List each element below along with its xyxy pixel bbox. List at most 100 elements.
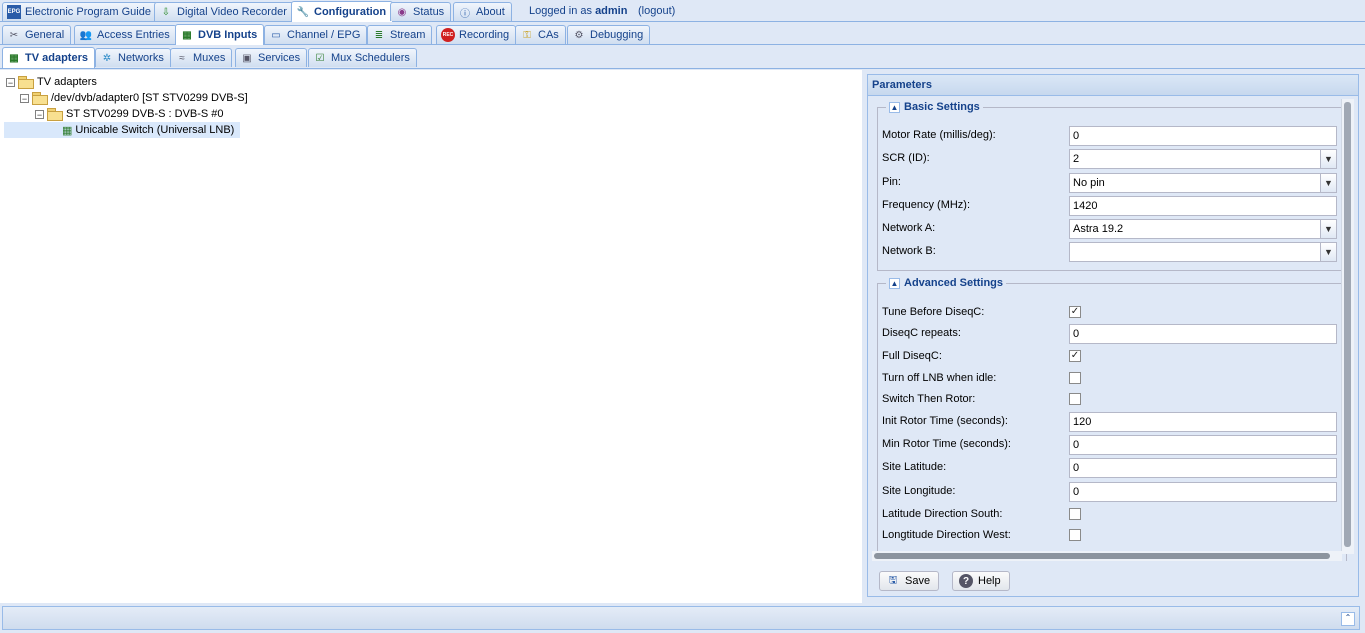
tab-label: Recording — [459, 29, 510, 41]
logout-link[interactable]: (logout) — [638, 5, 675, 17]
gears-icon: ⚙ — [574, 29, 584, 41]
chevron-down-icon[interactable]: ▼ — [1320, 220, 1336, 238]
tab-debugging[interactable]: ⚙ Debugging — [567, 25, 651, 44]
tree-node-root[interactable]: − TV adapters — [6, 74, 97, 90]
collapse-up-icon[interactable]: ▲ — [889, 101, 900, 113]
longitude-west-checkbox[interactable] — [1069, 529, 1081, 541]
scrollbar-thumb[interactable] — [874, 553, 1330, 559]
collapse-icon[interactable]: − — [35, 109, 44, 119]
save-button[interactable]: 🖫 Save — [879, 571, 940, 591]
tab-muxes[interactable]: ≈ Muxes — [170, 48, 233, 67]
vertical-scrollbar[interactable] — [1341, 99, 1354, 554]
button-label: Save — [905, 575, 931, 587]
diseqc-repeats-input[interactable]: 0 — [1069, 324, 1337, 344]
tab-label: Networks — [118, 52, 164, 64]
tree-node-adapter[interactable]: − /dev/dvb/adapter0 [ST STV0299 DVB-S] — [20, 90, 248, 106]
parameters-panel: Parameters ▲ Basic Settings Motor Rate (… — [867, 74, 1359, 597]
tab-label: Services — [258, 52, 301, 64]
horizontal-scrollbar[interactable] — [872, 551, 1342, 561]
chevron-down-icon[interactable]: ▼ — [1320, 174, 1336, 192]
tab-status[interactable]: ◉ Status — [390, 2, 452, 21]
basic-settings-legend[interactable]: ▲ Basic Settings — [886, 101, 983, 113]
full-diseqc-checkbox[interactable]: ✓ — [1069, 350, 1081, 362]
scrollbar-thumb[interactable] — [1344, 102, 1351, 547]
tab-label: Debugging — [590, 29, 644, 41]
login-user: admin — [595, 5, 628, 17]
frequency-input[interactable]: 1420 — [1069, 196, 1337, 216]
field-label: Network B: — [882, 245, 936, 257]
rec-icon: REC — [441, 28, 455, 42]
tab-services[interactable]: ▣ Services — [235, 48, 308, 67]
min-rotor-input[interactable]: 0 — [1069, 435, 1337, 455]
motor-rate-row: Motor Rate (millis/deg): 0 — [882, 126, 1342, 146]
switch-then-rotor-row: Switch Then Rotor: — [882, 390, 1342, 410]
login-info: Logged in as admin — [529, 5, 627, 17]
collapse-up-icon[interactable]: ▲ — [889, 277, 900, 289]
field-label: Motor Rate (millis/deg): — [882, 129, 996, 141]
tree-node-label: Unicable Switch (Universal LNB) — [75, 124, 235, 136]
tab-recording[interactable]: REC Recording — [436, 25, 517, 44]
advanced-settings-legend[interactable]: ▲ Advanced Settings — [886, 277, 1006, 289]
field-label: Latitude Direction South: — [882, 508, 1003, 520]
field-label: Min Rotor Time (seconds): — [882, 438, 1011, 450]
diseqc-repeats-row: DiseqC repeats: 0 — [882, 324, 1342, 344]
network-b-select[interactable]: ▼ — [1069, 242, 1337, 262]
tab-cas[interactable]: ⚿ CAs — [515, 25, 566, 44]
pin-select[interactable]: No pin ▼ — [1069, 173, 1337, 193]
tab-access-entries[interactable]: 👥 Access Entries — [74, 25, 177, 44]
tab-epg[interactable]: EPG Electronic Program Guide — [2, 2, 158, 21]
tree-node-frontend[interactable]: − ST STV0299 DVB-S : DVB-S #0 — [35, 106, 224, 122]
tab-label: Channel / EPG — [287, 29, 361, 41]
help-button[interactable]: ? Help — [952, 571, 1010, 591]
motor-rate-input[interactable]: 0 — [1069, 126, 1337, 146]
select-value: 2 — [1073, 153, 1080, 165]
tab-mux-schedulers[interactable]: ☑ Mux Schedulers — [308, 48, 417, 67]
field-label: Turn off LNB when idle: — [882, 372, 997, 384]
tab-general[interactable]: ✂ General — [2, 25, 72, 44]
network-b-row: Network B: ▼ — [882, 242, 1342, 262]
parameters-form: ▲ Basic Settings Motor Rate (millis/deg)… — [872, 99, 1348, 561]
tab-about[interactable]: ⓘ About — [453, 2, 512, 21]
latitude-south-checkbox[interactable] — [1069, 508, 1081, 520]
tune-before-checkbox[interactable]: ✓ — [1069, 306, 1081, 318]
tree-node-lnb[interactable]: ▦ Unicable Switch (Universal LNB) — [4, 122, 240, 138]
tab-label: Configuration — [314, 6, 387, 18]
antenna-icon: ✲ — [102, 52, 112, 64]
tab-tv-adapters[interactable]: ▦ TV adapters — [2, 47, 95, 68]
scheduler-icon: ☑ — [315, 52, 325, 64]
site-latitude-input[interactable]: 0 — [1069, 458, 1337, 478]
tab-stream[interactable]: ≣ Stream — [367, 25, 433, 44]
log-panel-collapsed: ⌃ — [2, 606, 1360, 630]
select-value: No pin — [1073, 177, 1105, 189]
init-rotor-input[interactable]: 120 — [1069, 412, 1337, 432]
tab-configuration[interactable]: 🔧 Configuration — [291, 1, 394, 22]
network-a-select[interactable]: Astra 19.2 ▼ — [1069, 219, 1337, 239]
tab-dvr[interactable]: ⇩ Digital Video Recorder — [154, 2, 294, 21]
folder-open-icon — [18, 76, 34, 89]
tab-channel-epg[interactable]: ▭ Channel / EPG — [264, 25, 368, 44]
scr-select[interactable]: 2 ▼ — [1069, 149, 1337, 169]
collapse-icon[interactable]: − — [6, 77, 15, 87]
field-label: Full DiseqC: — [882, 350, 942, 362]
turn-off-lnb-row: Turn off LNB when idle: — [882, 369, 1342, 389]
init-rotor-row: Init Rotor Time (seconds): 120 — [882, 412, 1342, 432]
collapse-icon[interactable]: − — [20, 93, 29, 103]
min-rotor-row: Min Rotor Time (seconds): 0 — [882, 435, 1342, 455]
switch-then-rotor-checkbox[interactable] — [1069, 393, 1081, 405]
field-label: Pin: — [882, 176, 901, 188]
card-icon: ▦ — [182, 29, 192, 41]
field-label: Site Latitude: — [882, 461, 947, 473]
chevron-down-icon[interactable]: ▼ — [1320, 243, 1336, 261]
turn-off-lnb-checkbox[interactable] — [1069, 372, 1081, 384]
tab-networks[interactable]: ✲ Networks — [95, 48, 171, 67]
site-longitude-row: Site Longitude: 0 — [882, 482, 1342, 502]
tree-node-label: /dev/dvb/adapter0 [ST STV0299 DVB-S] — [51, 92, 248, 104]
chevron-down-icon[interactable]: ▼ — [1320, 150, 1336, 168]
tab-dvb-inputs[interactable]: ▦ DVB Inputs — [175, 24, 265, 45]
expand-up-icon[interactable]: ⌃ — [1341, 612, 1355, 626]
field-label: Init Rotor Time (seconds): — [882, 415, 1008, 427]
services-icon: ▣ — [242, 52, 252, 64]
site-longitude-input[interactable]: 0 — [1069, 482, 1337, 502]
users-icon: 👥 — [79, 29, 93, 41]
folder-open-icon — [32, 92, 48, 105]
